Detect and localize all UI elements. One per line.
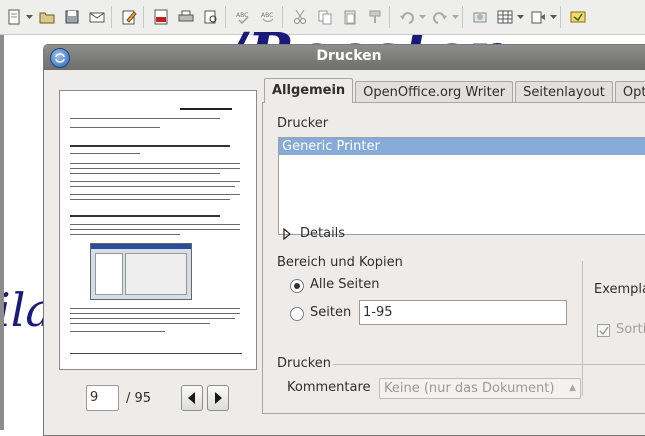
preview-text-line — [70, 308, 240, 309]
chevron-down-icon[interactable] — [25, 6, 33, 28]
page-number-field[interactable]: 9 — [86, 385, 119, 411]
preview-text-line — [70, 173, 220, 174]
preview-text-line — [70, 168, 240, 169]
preview-text-line — [70, 194, 240, 195]
preview-text-line — [70, 199, 230, 200]
collate-checkbox[interactable] — [597, 324, 610, 337]
tab-optionen[interactable]: Optio — [614, 81, 645, 103]
show-draw-functions-icon[interactable] — [527, 6, 549, 28]
copies-label: Exempla — [594, 282, 645, 297]
preview-footer-line — [70, 353, 242, 354]
check-icon — [599, 326, 609, 336]
toolbar-separator — [111, 6, 112, 28]
preview-text-line — [70, 153, 140, 154]
preview-text-line — [70, 331, 165, 332]
previous-page-button[interactable] — [181, 385, 204, 411]
collate-label[interactable]: Sorti — [616, 322, 645, 337]
save-icon[interactable] — [61, 6, 83, 28]
preview-heading — [70, 145, 230, 147]
tab-panel-allgemein: Drucker Generic Printer Details Bereich … — [262, 102, 645, 414]
comments-label: Kommentare — [287, 380, 371, 395]
print-section-label: Drucken — [277, 356, 332, 371]
printer-section-label: Drucker — [277, 116, 328, 131]
printer-list[interactable]: Generic Printer — [278, 137, 645, 235]
preview-text-line — [70, 127, 160, 128]
vertical-separator — [582, 261, 583, 396]
page-total-label: / 95 — [126, 390, 152, 406]
all-pages-radio[interactable] — [290, 279, 304, 293]
range-section-label: Bereich und Kopien — [277, 255, 403, 270]
toolbar-separator — [560, 6, 561, 28]
preview-text-line — [70, 118, 220, 119]
pages-range-input[interactable]: 1-95 — [359, 300, 567, 325]
next-page-button[interactable] — [207, 385, 230, 411]
pdf-export-icon[interactable] — [150, 6, 172, 28]
preview-text-line — [70, 229, 240, 230]
dialog-titlebar[interactable]: Drucken — [44, 45, 645, 70]
printer-list-item[interactable]: Generic Printer — [279, 138, 645, 155]
new-document-icon[interactable] — [3, 6, 25, 28]
dialog-title: Drucken — [316, 48, 382, 64]
edit-file-icon[interactable] — [118, 6, 140, 28]
pages-radio[interactable] — [290, 307, 304, 321]
document-page-edge — [0, 35, 4, 430]
printer-section-label-text: Drucker — [277, 116, 329, 131]
print-preview-icon[interactable] — [200, 6, 222, 28]
preview-screenshot-image — [90, 243, 192, 300]
mail-icon[interactable] — [86, 6, 108, 28]
details-expander[interactable]: Details — [283, 226, 345, 241]
preview-heading — [70, 215, 220, 217]
svg-text:ABC: ABC — [261, 12, 273, 19]
triangle-right-icon — [215, 392, 223, 404]
triangle-left-icon — [188, 392, 196, 404]
preview-text-line — [70, 224, 240, 225]
preview-text-line — [70, 318, 235, 319]
preview-text-line — [70, 181, 240, 182]
preview-text-line — [70, 323, 210, 324]
preview-text-line — [70, 234, 180, 235]
comments-select-value: Keine (nur das Dokument) — [384, 381, 555, 396]
preview-text-line — [70, 313, 240, 314]
details-label: Details — [300, 226, 346, 241]
preview-pager: 9 / 95 — [86, 385, 230, 411]
expander-triangle-icon — [283, 227, 291, 240]
navigator-icon[interactable] — [567, 6, 589, 28]
chevron-down-icon[interactable] — [549, 6, 557, 28]
all-pages-label[interactable]: Alle Seiten — [310, 277, 379, 292]
dialog-tabs: Allgemein OpenOffice.org Writer Seitenla… — [264, 78, 645, 103]
tab-seitenlayout[interactable]: Seitenlayout — [515, 81, 613, 103]
spinner-arrows-icon: ▲ — [569, 383, 576, 393]
preview-header-line — [180, 108, 232, 110]
preview-text-line — [70, 163, 240, 164]
tab-openoffice-writer[interactable]: OpenOffice.org Writer — [355, 81, 514, 103]
preview-text-line — [70, 186, 235, 187]
print-icon[interactable] — [175, 6, 197, 28]
section-separator — [333, 364, 645, 365]
print-dialog: Drucken 9 / 95 Allgemein OpenOffice.org … — [43, 44, 645, 436]
chevron-down-icon[interactable] — [516, 6, 524, 28]
open-icon[interactable] — [36, 6, 58, 28]
print-preview-pane — [59, 90, 257, 370]
comments-select[interactable]: Keine (nur das Dokument) ▲ — [379, 378, 581, 399]
toolbar-separator — [143, 6, 144, 28]
pages-label[interactable]: Seiten — [310, 305, 351, 320]
tab-allgemein[interactable]: Allgemein — [264, 78, 354, 103]
